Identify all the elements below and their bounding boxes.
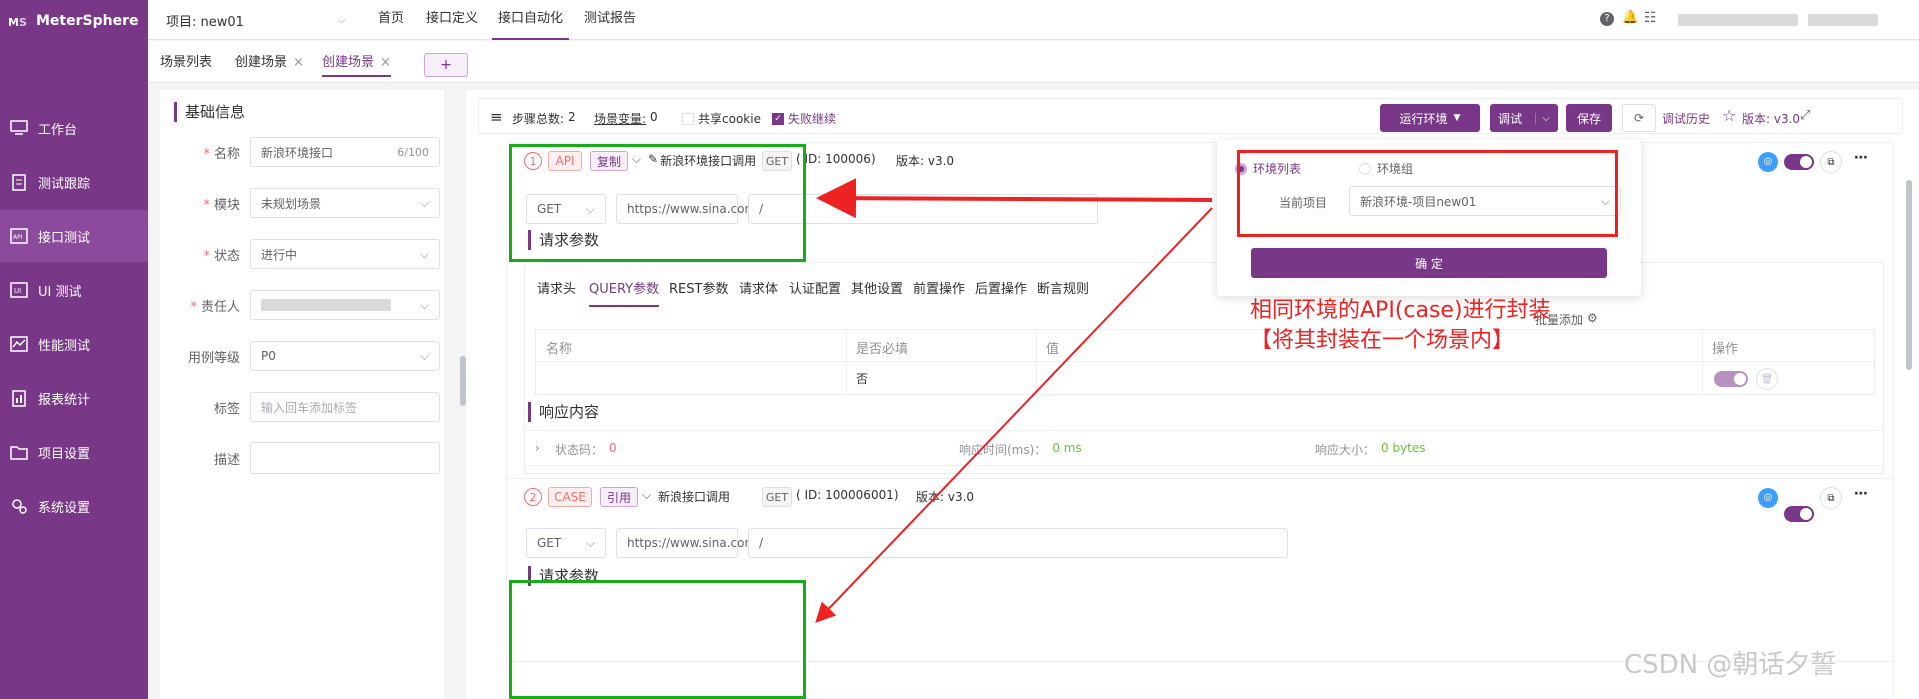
annotation-line-2: 【将其封装在一个场景内】 <box>1250 328 1515 353</box>
annotation-line-1: 相同环境的API(case)进行封装 <box>1250 298 1551 323</box>
arrow-to-case-path <box>815 207 1213 623</box>
watermark: CSDN @朝话夕誓 <box>1624 650 1837 680</box>
arrow-to-api-path <box>816 178 1213 219</box>
annotation-text: 相同环境的API(case)进行封装 【将其封装在一个场景内】 <box>1250 296 1551 356</box>
annotation-arrows <box>815 178 1213 623</box>
